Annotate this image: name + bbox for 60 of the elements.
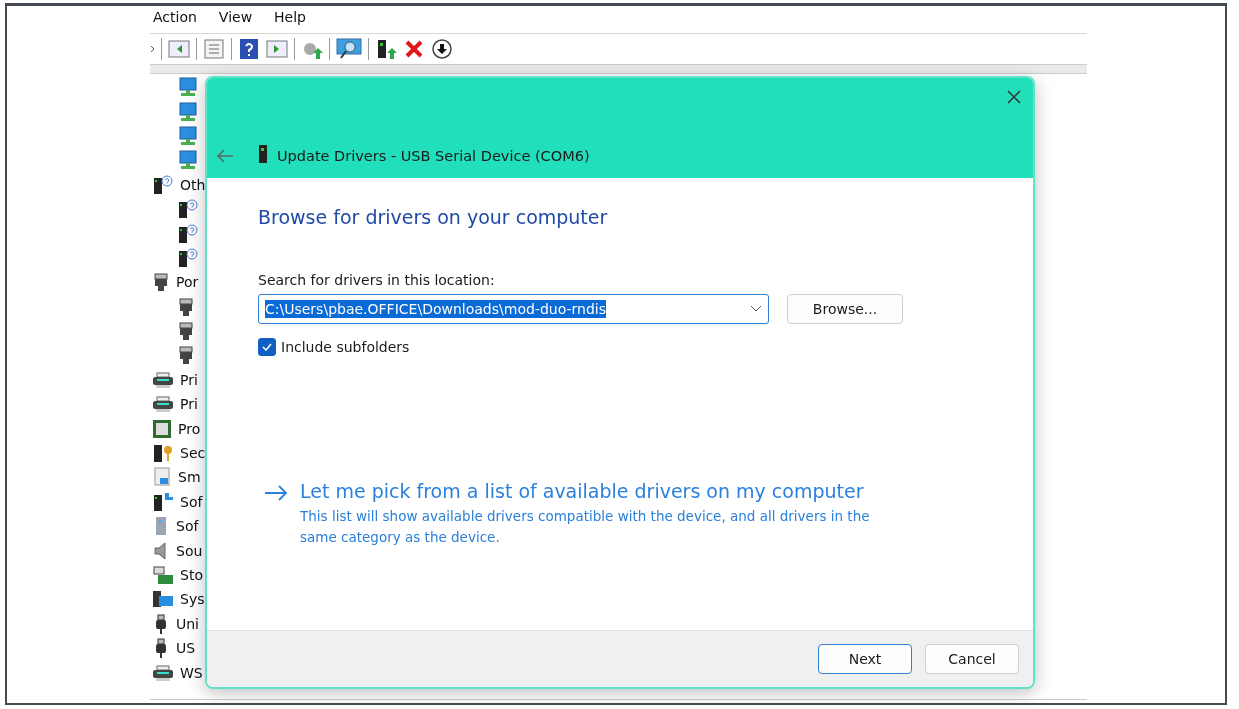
port-connector-icon xyxy=(177,345,195,366)
port-connector-icon xyxy=(152,272,170,293)
unknown-device-icon xyxy=(177,223,199,244)
port-connector-icon xyxy=(177,321,195,342)
pane-forward-icon[interactable] xyxy=(266,39,288,59)
smart-card-icon xyxy=(152,467,172,488)
monitor-search-icon[interactable] xyxy=(336,38,362,60)
network-computer-icon xyxy=(177,150,197,171)
tree-item-label[interactable]: Sou xyxy=(176,542,203,559)
tree-item-label[interactable]: Oth xyxy=(180,176,206,193)
tree-item-label[interactable]: US xyxy=(176,640,196,657)
right-arrow-icon[interactable] xyxy=(264,484,288,502)
tree-item-label[interactable]: WS xyxy=(180,664,203,681)
menu-item[interactable]: Help xyxy=(274,9,306,33)
back-arrow-icon[interactable] xyxy=(215,148,235,164)
tree-item-label[interactable]: Pri xyxy=(180,371,198,388)
menu-item[interactable]: Action xyxy=(153,9,197,33)
tree-item-label[interactable]: Pri xyxy=(180,396,198,413)
tree-item-label[interactable]: Uni xyxy=(176,615,199,632)
browse-button[interactable]: Browse... xyxy=(787,294,903,324)
network-computer-icon xyxy=(177,77,197,98)
software-device-icon xyxy=(152,491,174,512)
port-connector-icon xyxy=(177,296,195,317)
page-heading: Browse for drivers on your computer xyxy=(258,206,609,228)
next-button[interactable]: Next xyxy=(818,644,912,674)
tree-item-label[interactable]: Sys xyxy=(180,591,205,608)
close-icon[interactable] xyxy=(403,39,425,59)
checkbox-label: Include subfolders xyxy=(281,339,410,355)
network-computer-icon xyxy=(177,125,197,146)
tree-item-label[interactable]: Sto xyxy=(180,567,203,583)
help-icon[interactable] xyxy=(238,39,260,59)
tree-item-label[interactable]: Pro xyxy=(178,420,201,437)
device-enable-icon[interactable] xyxy=(375,39,397,59)
location-label: Search for drivers in this location: xyxy=(258,272,496,288)
close-icon xyxy=(1007,90,1021,104)
unknown-device-icon xyxy=(177,247,199,268)
location-combo-field[interactable]: C:\Users\pbae.OFFICE\Downloads\mod-duo-rndis xyxy=(258,294,769,324)
menu-item[interactable]: View xyxy=(218,9,253,33)
unknown-device-icon xyxy=(177,199,199,220)
download-icon[interactable] xyxy=(431,39,453,59)
pick-driver-link[interactable]: Let me pick from a list of available drivers on my computer xyxy=(300,480,900,502)
storage-controller-icon xyxy=(152,565,174,585)
dialog-title: Update Drivers - USB Serial Device (COM6) xyxy=(277,148,590,164)
chevron-down-icon[interactable] xyxy=(750,305,762,313)
checkmark-icon xyxy=(262,343,272,351)
tree-item-label[interactable]: Sec xyxy=(180,445,206,462)
key-device-icon xyxy=(152,443,174,464)
usb-device-icon xyxy=(257,144,269,164)
include-subfolders-checkbox[interactable] xyxy=(258,338,276,356)
tree-item-label[interactable]: Sof xyxy=(176,518,199,535)
pane-back-icon[interactable] xyxy=(168,39,190,59)
pick-driver-description: This list will show available drivers compatible with the device, and all drivers in the same category as the device. xyxy=(300,507,871,547)
tree-item-label[interactable]: Por xyxy=(176,274,199,291)
tree-item-label[interactable]: Sm xyxy=(178,469,201,486)
close-button[interactable] xyxy=(1005,88,1023,106)
network-computer-icon xyxy=(177,101,197,122)
system-computer-icon xyxy=(152,589,174,610)
cancel-button[interactable]: Cancel xyxy=(925,644,1019,674)
processor-icon xyxy=(152,418,172,439)
tree-item-label[interactable]: Sof xyxy=(180,493,203,510)
